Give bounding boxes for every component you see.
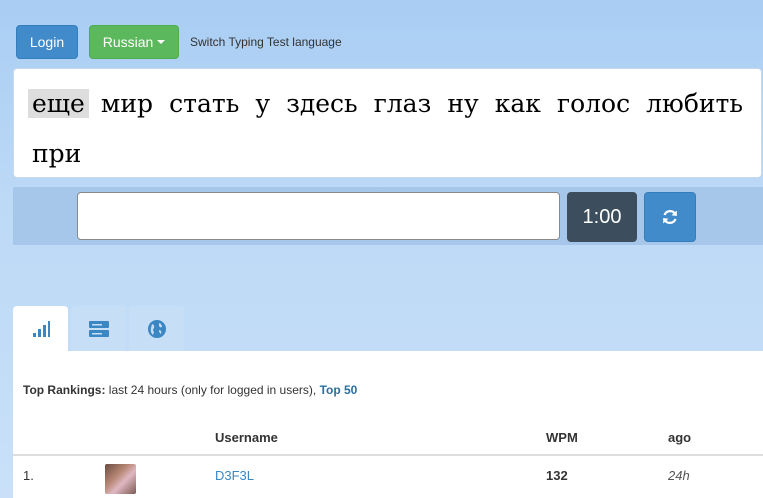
word: как [494, 89, 541, 118]
rankings-heading: Top Rankings: last 24 hours (only for lo… [23, 383, 357, 397]
word: при [32, 139, 82, 168]
row-username-link[interactable]: D3F3L [215, 468, 254, 483]
word: голос [557, 89, 631, 118]
globe-icon [147, 320, 166, 338]
header-divider [13, 454, 763, 456]
reload-button[interactable] [644, 192, 696, 242]
tab-servers[interactable] [71, 306, 126, 352]
column-header-ago: ago [668, 430, 692, 445]
row-ago: 24h [668, 468, 690, 483]
row-wpm: 132 [546, 468, 568, 483]
bar-chart-icon [32, 321, 50, 337]
tab-rankings[interactable] [13, 306, 68, 352]
language-label: Russian [102, 34, 154, 50]
typing-input[interactable] [77, 192, 560, 240]
avatar [105, 464, 136, 494]
switch-language-text: Switch Typing Test language [190, 35, 342, 49]
server-icon [88, 321, 109, 337]
caret-down-icon [157, 40, 166, 44]
language-dropdown-button[interactable]: Russian [89, 25, 179, 59]
top-bar: Login Russian Switch Typing Test languag… [16, 25, 342, 59]
word: любить [646, 89, 743, 118]
word: у [255, 89, 271, 118]
word: стать [169, 89, 240, 118]
column-header-username: Username [215, 430, 278, 445]
rankings-subtitle: last 24 hours (only for logged in users)… [105, 383, 320, 397]
tab-globe[interactable] [129, 306, 184, 352]
word: мир [100, 89, 154, 118]
word: ну [447, 89, 479, 118]
login-label: Login [29, 34, 65, 50]
row-rank: 1. [23, 468, 34, 483]
word: глаз [373, 89, 432, 118]
column-header-wpm: WPM [546, 430, 578, 445]
word: здесь [286, 89, 358, 118]
login-button[interactable]: Login [16, 25, 78, 59]
tabs [13, 306, 187, 352]
word: еще [28, 89, 89, 118]
input-bar: 1:00 [13, 187, 763, 245]
rankings-panel: Top Rankings: last 24 hours (only for lo… [13, 351, 763, 498]
top50-link[interactable]: Top 50 [320, 383, 358, 397]
words-display: еще мир стать у здесь глаз ну как голос … [13, 68, 762, 178]
timer: 1:00 [567, 192, 637, 242]
rankings-title: Top Rankings: [23, 383, 106, 397]
refresh-icon [663, 210, 677, 224]
words-line-1: еще мир стать у здесь глаз ну как голос … [28, 79, 747, 177]
